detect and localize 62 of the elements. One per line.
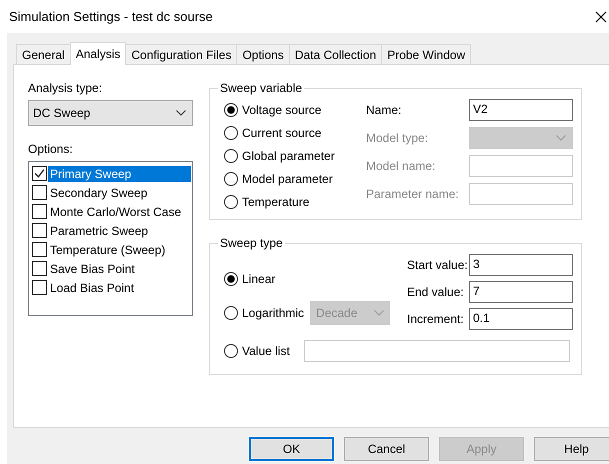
radio-label: Voltage source	[242, 103, 322, 117]
radio-label: Temperature	[242, 195, 310, 209]
field-label: End value:	[407, 285, 464, 299]
radio-label: Model parameter	[242, 172, 333, 186]
chevron-icon	[556, 135, 566, 141]
input-field[interactable]	[469, 155, 573, 177]
dialog-button[interactable]: OK	[249, 437, 334, 461]
radio-button[interactable]	[224, 103, 238, 117]
list-item[interactable]: Temperature (Sweep)	[48, 242, 191, 258]
chevron-icon	[176, 110, 186, 116]
input-field[interactable]: 3	[469, 254, 573, 276]
tab[interactable]: Configuration Files	[125, 44, 238, 64]
field-label: Increment:	[407, 312, 464, 326]
chevron-icon	[374, 310, 384, 316]
radio-label: Global parameter	[242, 149, 335, 163]
radio-button[interactable]	[224, 344, 238, 358]
field-label: Name:	[366, 103, 402, 117]
field-label: Model type:	[366, 131, 428, 145]
field-label: Start value:	[407, 258, 468, 272]
analysis-type-dropdown[interactable]: DC Sweep	[28, 100, 193, 126]
radio-button[interactable]	[224, 272, 238, 286]
list-item[interactable]: Monte Carlo/Worst Case	[48, 204, 191, 220]
radio-button[interactable]	[224, 195, 238, 209]
dialog-button[interactable]: Cancel	[344, 437, 429, 461]
checkbox[interactable]	[32, 166, 47, 181]
group-title: Sweep variable	[219, 81, 304, 95]
window-title: Simulation Settings - test dc sourse	[9, 9, 213, 24]
tab[interactable]: Probe Window	[381, 44, 472, 64]
list-item[interactable]: Secondary Sweep	[48, 184, 191, 200]
radio-button[interactable]	[224, 149, 238, 163]
input-field[interactable]: 7	[469, 281, 573, 303]
radio-label: Current source	[242, 126, 322, 140]
list-item[interactable]: Load Bias Point	[48, 280, 191, 296]
field-label: Analysis type:	[28, 81, 104, 95]
field-label: Model name:	[366, 159, 436, 173]
input-field[interactable]	[469, 183, 573, 205]
tab[interactable]: Analysis	[70, 42, 126, 65]
checkbox[interactable]	[32, 261, 47, 276]
input-field[interactable]: V2	[469, 99, 573, 121]
field-label: Options:	[28, 142, 74, 156]
radio-button[interactable]	[224, 126, 238, 140]
radio-button[interactable]	[224, 306, 238, 320]
tab[interactable]: General	[16, 44, 71, 64]
radio-button[interactable]	[224, 172, 238, 186]
field-label: Parameter name:	[366, 187, 459, 201]
tab[interactable]: Options	[236, 44, 290, 64]
input-field[interactable]	[304, 340, 570, 362]
close-icon[interactable]	[595, 10, 607, 22]
input-field[interactable]: 0.1	[469, 308, 573, 330]
radio-label: Logarithmic	[242, 306, 304, 320]
radio-label: Linear	[242, 272, 276, 286]
group-title: Sweep type	[219, 236, 284, 250]
list-item[interactable]: Primary Sweep	[48, 166, 191, 182]
list-item[interactable]: Save Bias Point	[48, 260, 191, 276]
checkbox[interactable]	[32, 185, 47, 200]
checkbox[interactable]	[32, 204, 47, 219]
dialog-button[interactable]: Help	[534, 437, 609, 461]
checkbox[interactable]	[32, 280, 47, 295]
list-item[interactable]: Parametric Sweep	[48, 222, 191, 238]
checkbox[interactable]	[32, 242, 47, 257]
radio-label: Value list	[242, 344, 290, 358]
checkbox[interactable]	[32, 223, 47, 238]
